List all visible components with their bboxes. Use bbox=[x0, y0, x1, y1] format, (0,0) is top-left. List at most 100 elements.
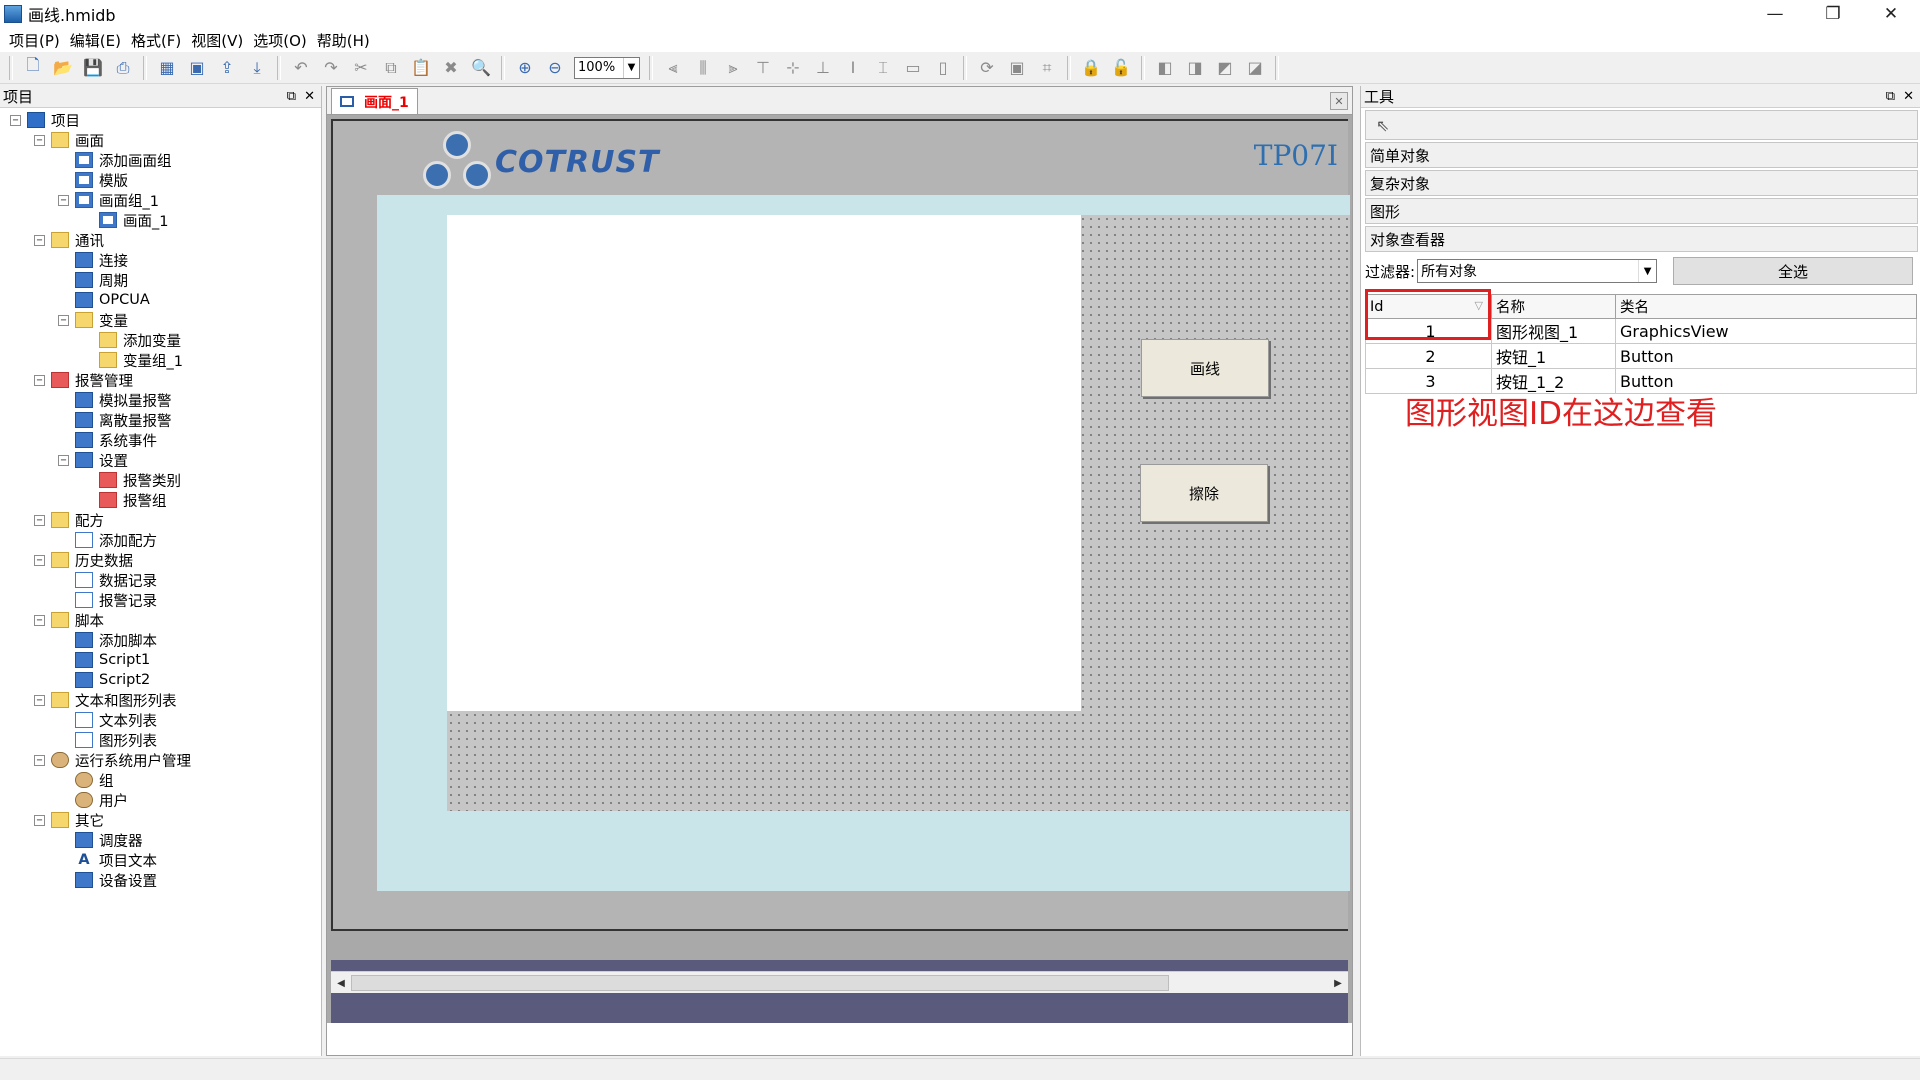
same-height-icon[interactable]: ▯ bbox=[931, 56, 955, 80]
menu-edit[interactable]: 编辑(E) bbox=[65, 30, 126, 51]
tree-node[interactable]: − 报警管理 bbox=[0, 370, 321, 390]
tree-node[interactable]: 图形列表 bbox=[0, 730, 321, 750]
compile-icon[interactable]: ▦ bbox=[155, 56, 179, 80]
tree-node[interactable]: − 项目 bbox=[0, 110, 321, 130]
tree-node[interactable]: 报警组 bbox=[0, 490, 321, 510]
simulate-icon[interactable]: ▣ bbox=[185, 56, 209, 80]
tab-screen-1[interactable]: 画面_1 bbox=[331, 88, 418, 114]
hmi-screen[interactable]: 画线 擦除 bbox=[377, 195, 1350, 891]
send-to-back-icon[interactable]: ◪ bbox=[1243, 56, 1267, 80]
tree-node[interactable]: − 历史数据 bbox=[0, 550, 321, 570]
draw-line-button[interactable]: 画线 bbox=[1141, 339, 1269, 397]
open-folder-icon[interactable]: 📂 bbox=[51, 56, 75, 80]
menu-format[interactable]: 格式(F) bbox=[126, 30, 186, 51]
tree-node[interactable]: − 画面 bbox=[0, 130, 321, 150]
collapse-toggle-icon[interactable]: − bbox=[34, 514, 45, 526]
pointer-tool[interactable]: ⇖ bbox=[1365, 110, 1918, 140]
align-right-icon[interactable]: ⫸ bbox=[721, 56, 745, 80]
redo-icon[interactable]: ↷ bbox=[319, 56, 343, 80]
new-file-icon[interactable]: 🗋 bbox=[21, 55, 45, 80]
align-middle-icon[interactable]: ⊹ bbox=[781, 56, 805, 80]
table-row[interactable]: 2 按钮_1 Button bbox=[1365, 343, 1917, 369]
scrollbar-thumb[interactable] bbox=[351, 975, 1169, 991]
collapse-toggle-icon[interactable]: − bbox=[34, 754, 45, 766]
copy-icon[interactable]: ⧉ bbox=[379, 56, 403, 80]
collapse-toggle-icon[interactable]: − bbox=[34, 234, 45, 246]
align-center-icon[interactable]: ⫼ bbox=[691, 56, 715, 80]
tree-node[interactable]: 离散量报警 bbox=[0, 410, 321, 430]
tree-node[interactable]: 添加画面组 bbox=[0, 150, 321, 170]
tree-node[interactable]: − 变量 bbox=[0, 310, 321, 330]
close-tab-icon[interactable]: ✕ bbox=[1330, 92, 1348, 110]
tree-node[interactable]: OPCUA bbox=[0, 290, 321, 310]
float-panel-icon[interactable]: ⧉ bbox=[1886, 89, 1895, 104]
maximize-button[interactable]: ❐ bbox=[1804, 0, 1862, 28]
paste-icon[interactable]: 📋 bbox=[409, 56, 433, 80]
filter-select[interactable]: 所有对象 ▼ bbox=[1417, 259, 1658, 283]
tree-node[interactable]: 周期 bbox=[0, 270, 321, 290]
tree-node[interactable]: − 设置 bbox=[0, 450, 321, 470]
graphics-view[interactable] bbox=[447, 215, 1081, 711]
collapse-toggle-icon[interactable]: − bbox=[10, 114, 21, 126]
delete-icon[interactable]: ✖ bbox=[439, 56, 463, 80]
same-width-icon[interactable]: ▭ bbox=[901, 56, 925, 80]
align-bottom-icon[interactable]: ⊥ bbox=[811, 56, 835, 80]
tree-node[interactable]: 用户 bbox=[0, 790, 321, 810]
cut-icon[interactable]: ✂ bbox=[349, 56, 373, 80]
collapse-toggle-icon[interactable]: − bbox=[58, 454, 69, 466]
menu-help[interactable]: 帮助(H) bbox=[312, 30, 375, 51]
tree-node[interactable]: 添加配方 bbox=[0, 530, 321, 550]
tree-node[interactable]: − 脚本 bbox=[0, 610, 321, 630]
tree-node[interactable]: Script1 bbox=[0, 650, 321, 670]
tree-node[interactable]: 报警类别 bbox=[0, 470, 321, 490]
collapse-toggle-icon[interactable]: − bbox=[34, 694, 45, 706]
tree-node[interactable]: − 其它 bbox=[0, 810, 321, 830]
ungroup-icon[interactable]: ⌗ bbox=[1035, 56, 1059, 80]
download-icon[interactable]: ⤓ bbox=[245, 56, 269, 80]
tree-node[interactable]: 添加脚本 bbox=[0, 630, 321, 650]
align-top-icon[interactable]: ⊤ bbox=[751, 56, 775, 80]
collapse-toggle-icon[interactable]: − bbox=[34, 374, 45, 386]
design-canvas[interactable]: COTRUST TP07I 画线 擦除 bbox=[327, 115, 1352, 1023]
tree-node[interactable]: 模版 bbox=[0, 170, 321, 190]
menu-view[interactable]: 视图(V) bbox=[186, 30, 248, 51]
collapse-toggle-icon[interactable]: − bbox=[58, 314, 69, 326]
tree-node[interactable]: 模拟量报警 bbox=[0, 390, 321, 410]
minimize-button[interactable]: — bbox=[1746, 0, 1804, 28]
tree-node[interactable]: 画面_1 bbox=[0, 210, 321, 230]
close-button[interactable]: ✕ bbox=[1862, 0, 1920, 28]
section-graphics[interactable]: 图形 bbox=[1365, 198, 1918, 224]
bring-to-front-icon[interactable]: ◧ bbox=[1153, 56, 1177, 80]
send-backward-icon[interactable]: ◩ bbox=[1213, 56, 1237, 80]
tree-node[interactable]: − 文本和图形列表 bbox=[0, 690, 321, 710]
align-left-icon[interactable]: ⫷ bbox=[661, 56, 685, 80]
group-icon[interactable]: ▣ bbox=[1005, 56, 1029, 80]
menu-options[interactable]: 选项(O) bbox=[248, 30, 312, 51]
print-icon[interactable]: ⎙ bbox=[111, 56, 135, 80]
transfer-icon[interactable]: ⇪ bbox=[215, 56, 239, 80]
distribute-horizontal-icon[interactable]: Ⅰ bbox=[841, 56, 865, 80]
zoom-out-icon[interactable]: ⊖ bbox=[543, 56, 567, 80]
select-all-button[interactable]: 全选 bbox=[1673, 257, 1914, 285]
tree-node[interactable]: 变量组_1 bbox=[0, 350, 321, 370]
column-header-classname[interactable]: 类名 bbox=[1615, 294, 1917, 319]
section-complex-objects[interactable]: 复杂对象 bbox=[1365, 170, 1918, 196]
collapse-toggle-icon[interactable]: − bbox=[34, 554, 45, 566]
collapse-toggle-icon[interactable]: − bbox=[34, 614, 45, 626]
tree-node[interactable]: 添加变量 bbox=[0, 330, 321, 350]
tree-node[interactable]: − 配方 bbox=[0, 510, 321, 530]
tree-node[interactable]: 调度器 bbox=[0, 830, 321, 850]
save-icon[interactable]: 💾 bbox=[81, 56, 105, 80]
tree-node[interactable]: 系统事件 bbox=[0, 430, 321, 450]
float-panel-icon[interactable]: ⧉ bbox=[287, 89, 296, 104]
rotate-icon[interactable]: ⟳ bbox=[975, 56, 999, 80]
scroll-left-icon[interactable]: ◀ bbox=[332, 974, 350, 992]
tree-node[interactable]: 报警记录 bbox=[0, 590, 321, 610]
grid-area[interactable]: 画线 擦除 bbox=[447, 215, 1350, 811]
tree-node[interactable]: Script2 bbox=[0, 670, 321, 690]
tree-node[interactable]: 组 bbox=[0, 770, 321, 790]
tree-node[interactable]: 设备设置 bbox=[0, 870, 321, 890]
tree-node[interactable]: − 画面组_1 bbox=[0, 190, 321, 210]
horizontal-scrollbar[interactable]: ◀ ▶ bbox=[331, 971, 1348, 993]
collapse-toggle-icon[interactable]: − bbox=[58, 194, 69, 206]
